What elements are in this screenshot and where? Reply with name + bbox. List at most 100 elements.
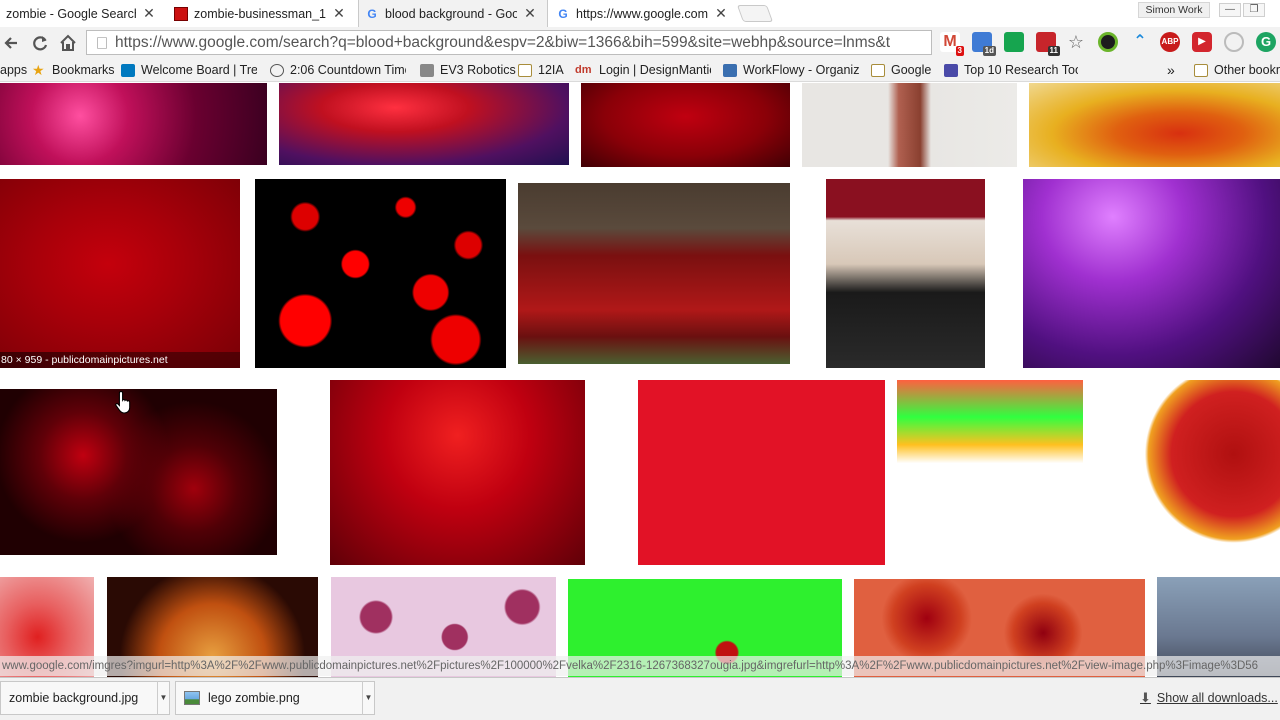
bookmark-label: WorkFlowy - Organiz [743,63,859,77]
image-result[interactable] [330,380,585,565]
bookmark-workflowy[interactable]: WorkFlowy - Organiz [723,61,859,79]
feedly-icon[interactable]: ⌃ [1130,32,1150,52]
grammarly-icon[interactable]: G [1256,32,1276,52]
tab-blood-background[interactable]: G blood background - Goo ✕ [358,0,548,27]
image-result[interactable] [255,179,506,368]
image-result[interactable] [1095,380,1280,565]
image-result[interactable] [638,380,885,565]
image-result[interactable] [0,83,267,165]
show-all-downloads-link[interactable]: ⬇ Show all downloads... [1140,690,1278,706]
url-text: https://www.google.com/search?q=blood+ba… [115,33,891,51]
image-result[interactable] [826,179,985,368]
tab-title: zombie-businessman_148 [194,6,326,21]
close-icon[interactable]: ✕ [142,5,156,22]
download-shelf: zombie background.jpg ▼ lego zombie.png … [0,677,1280,720]
folder-icon [1194,63,1208,77]
bookmark-apps[interactable]: apps [0,61,27,79]
page-icon [97,37,107,48]
browser-toolbar: https://www.google.com/search?q=blood+ba… [0,27,1280,58]
new-tab-button[interactable] [736,5,774,22]
tab-zombie-search[interactable]: zombie - Google Search ✕ [0,0,166,27]
download-item[interactable]: zombie background.jpg ▼ [0,681,170,715]
close-icon[interactable]: ✕ [714,5,728,22]
hand-cursor-icon [115,390,131,414]
bookmark-bookmarks[interactable]: ★ Bookmarks [32,61,115,79]
tab-google-url[interactable]: G https://www.google.com/ ✕ [550,0,738,27]
image-result[interactable] [581,83,790,167]
bookmark-label: 2:06 Countdown Time [290,63,406,77]
restore-icon[interactable]: ❐ [1243,3,1265,17]
tab-zombie-businessman[interactable]: zombie-businessman_148 ✕ [168,0,356,27]
bookmark-label: apps [0,63,28,77]
grid-icon [420,63,434,77]
tab-strip: zombie - Google Search ✕ zombie-business… [0,0,1280,27]
download-filename: lego zombie.png [208,691,300,705]
bookmark-countdown[interactable]: 2:06 Countdown Time [270,61,406,79]
pocket-icon[interactable]: ▶ [1192,32,1212,52]
tab-title: blood background - Goo [385,6,517,21]
bookmark-label: EV3 Robotics [440,63,516,77]
image-result[interactable] [518,183,790,364]
image-result[interactable] [802,83,1017,167]
bookmark-ev3[interactable]: EV3 Robotics [420,61,516,79]
address-bar[interactable]: https://www.google.com/search?q=blood+ba… [86,30,932,55]
image-result[interactable] [279,83,569,165]
bookmark-other[interactable]: Other bookm [1194,61,1280,79]
news-count: 11 [1047,46,1060,56]
chevron-down-icon[interactable]: ▼ [157,681,169,715]
bookmark-label: Login | DesignMantic [599,63,711,77]
chevron-down-icon[interactable]: ▼ [362,681,374,715]
image-result[interactable] [1029,83,1280,167]
bookmarks-overflow-chevron-icon[interactable]: » [1167,61,1175,79]
tab-title: https://www.google.com/ [576,6,708,21]
bookmark-label: Google [891,63,932,77]
close-icon[interactable]: ✕ [523,5,537,22]
image-file-icon [184,691,200,705]
profile-name[interactable]: Simon Work [1138,2,1210,18]
image-results-grid: 80 × 959 - publicdomainpictures.net [0,83,1280,677]
calendar-icon[interactable]: 1d [972,32,996,56]
close-icon[interactable]: ✕ [332,5,346,22]
hover-caption: 80 × 959 - publicdomainpictures.net [0,352,240,368]
bookmark-trello[interactable]: Welcome Board | Trell [121,61,257,79]
google-g-icon: G [558,6,568,21]
download-item[interactable]: lego zombie.png ▼ [175,681,375,715]
bookmark-research[interactable]: Top 10 Research Tool [944,61,1078,79]
drive-icon[interactable] [1004,32,1024,52]
bookmark-google[interactable]: Google [871,61,931,79]
lastpass-icon[interactable] [1098,32,1118,52]
bookmark-label: Top 10 Research Tool [964,63,1078,77]
trello-icon [121,63,135,77]
star-bookmark-icon[interactable]: ☆ [1066,32,1086,52]
bookmark-label: 12IA [538,63,564,77]
bookmark-label: Bookmarks [52,63,115,77]
bookmarks-bar: apps ★ Bookmarks Welcome Board | Trell 2… [0,58,1280,82]
dm-icon: dm [575,63,592,76]
tab-title: zombie - Google Search [6,6,136,21]
bookmark-label: Welcome Board | Trell [141,63,257,77]
image-result[interactable] [1023,179,1280,368]
star-icon: ★ [32,61,45,78]
gmail-icon[interactable]: M 3 [940,32,964,56]
download-icon: ⬇ [1140,690,1151,705]
pomodoro-icon[interactable] [1224,32,1244,52]
workflowy-icon [723,63,737,77]
back-icon[interactable] [0,32,22,54]
image-result[interactable] [0,389,277,555]
status-bar-url: www.google.com/imgres?imgurl=http%3A%2F%… [0,656,1280,676]
folder-icon [518,63,532,77]
adblock-icon[interactable]: ABP [1160,32,1180,52]
bookmark-label: Other bookm [1214,63,1280,77]
home-icon[interactable] [57,32,79,54]
clock-icon [270,63,284,77]
image-result-hovered[interactable] [0,179,240,368]
folder-icon [871,63,885,77]
red-page-icon [174,6,188,21]
news-icon[interactable]: 11 [1036,32,1060,56]
minimize-icon[interactable]: — [1219,3,1241,17]
reload-icon[interactable] [29,32,51,54]
gmail-count: 3 [955,46,964,56]
image-result[interactable] [897,380,1083,565]
bookmark-designmantic[interactable]: dm Login | DesignMantic [575,61,711,79]
bookmark-12ia[interactable]: 12IA [518,61,564,79]
